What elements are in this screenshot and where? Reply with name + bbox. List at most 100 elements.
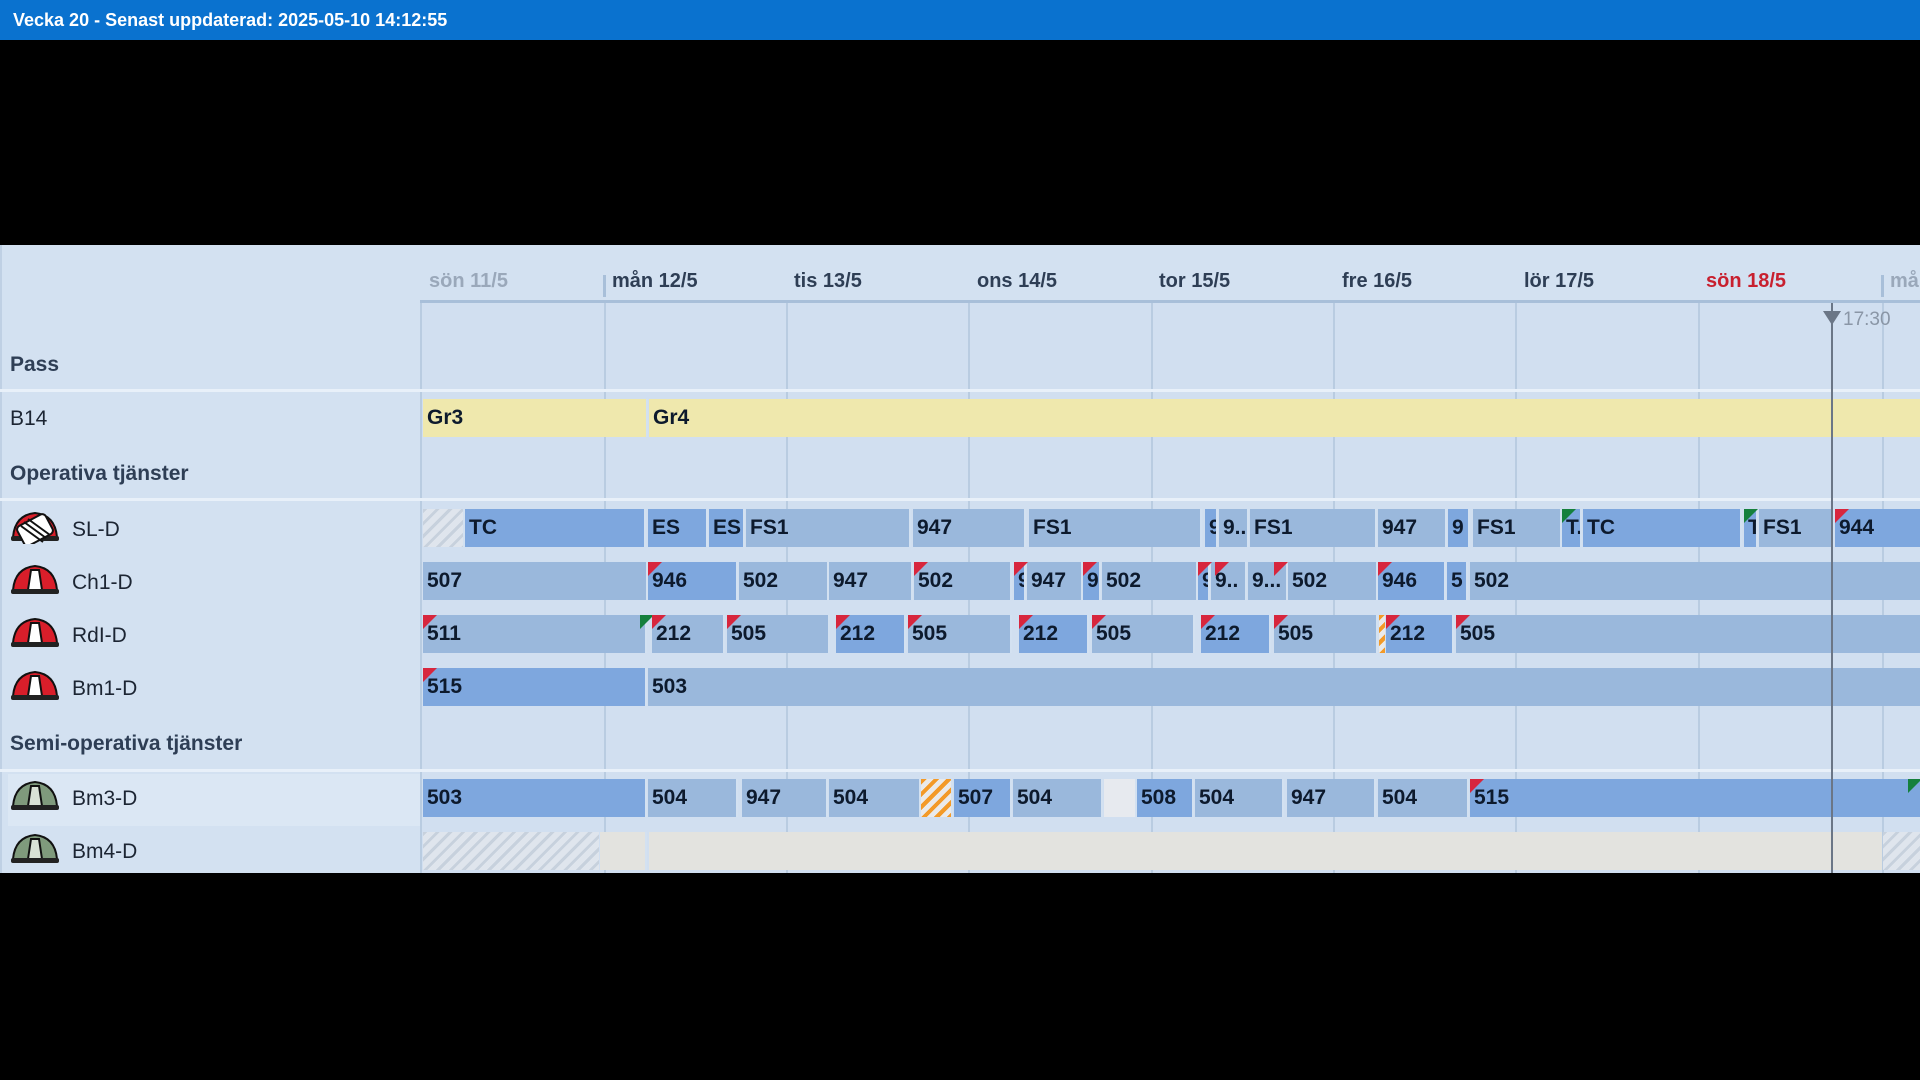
red-flag-marker (423, 615, 437, 629)
duty-chip[interactable]: 947 (742, 779, 828, 817)
duty-chip[interactable]: 947 (1378, 509, 1447, 547)
row-separator (0, 389, 1920, 392)
duty-chip[interactable]: 507 (954, 779, 1012, 817)
duty-chip[interactable]: 505 (1274, 615, 1378, 653)
red-flag-marker (1201, 615, 1215, 629)
duty-chip[interactable]: 504 (1195, 779, 1284, 817)
duty-chip[interactable]: 5 (1447, 562, 1468, 600)
duty-chip[interactable]: ES (648, 509, 708, 547)
red-flag-marker (1014, 562, 1028, 576)
duty-chip[interactable]: ES (709, 509, 745, 547)
red-flag-marker (727, 615, 741, 629)
duty-chip[interactable]: TC (1583, 509, 1742, 547)
duty-chip[interactable]: 504 (1378, 779, 1469, 817)
duty-chip[interactable]: 515 (423, 668, 647, 706)
duty-chip[interactable]: 947 (1027, 562, 1083, 600)
duty-chip[interactable]: 502 (739, 562, 829, 600)
green-flag-marker (1562, 509, 1576, 523)
duty-chip[interactable]: 503 (423, 779, 647, 817)
duty-chip[interactable]: 505 (727, 615, 830, 653)
day-header-sat-17[interactable]: lör 17/5 (1524, 270, 1594, 293)
row-label-bm3-d[interactable]: Bm3-D (72, 787, 137, 811)
duty-chip[interactable]: 504 (648, 779, 738, 817)
duty-chip[interactable]: 947 (829, 562, 913, 600)
panel-edge (0, 245, 2, 873)
duty-chip[interactable]: FS1 (1759, 509, 1834, 547)
duty-chip[interactable]: 9 (1205, 509, 1218, 547)
hatched-slot[interactable] (1883, 832, 1920, 870)
red-flag-marker (652, 615, 666, 629)
fire-helmet-ladder-icon (11, 511, 59, 544)
green-flag-marker (1744, 509, 1758, 523)
duty-chip[interactable]: 502 (1102, 562, 1198, 600)
duty-chip[interactable]: 504 (1013, 779, 1103, 817)
duty-chip[interactable]: 502 (1470, 562, 1920, 600)
duty-chip[interactable]: FS1 (746, 509, 911, 547)
day-header-wed-14[interactable]: ons 14/5 (977, 270, 1057, 293)
duty-chip[interactable]: 504 (829, 779, 921, 817)
day-header-mon-19[interactable]: må (1890, 270, 1919, 293)
red-flag-marker (1083, 562, 1097, 576)
duty-chip[interactable]: 503 (648, 668, 1920, 706)
duty-chip[interactable]: 947 (1287, 779, 1376, 817)
hatched-slot[interactable] (423, 832, 599, 870)
duty-chip[interactable]: FS1 (1250, 509, 1377, 547)
duty-chip[interactable]: 508 (1137, 779, 1194, 817)
green-flag-marker (1908, 779, 1920, 793)
red-flag-marker (914, 562, 928, 576)
red-fire-helmet-icon (11, 564, 59, 594)
duty-chip[interactable]: 502 (1288, 562, 1378, 600)
day-header-mon-12[interactable]: mån 12/5 (612, 270, 698, 293)
pass-chip[interactable]: Gr4 (649, 399, 1920, 437)
red-flag-marker (1019, 615, 1033, 629)
duty-chip[interactable]: 505 (1092, 615, 1195, 653)
row-label-bm4-d[interactable]: Bm4-D (72, 840, 137, 864)
red-fire-helmet-icon (11, 670, 59, 700)
duty-chip[interactable]: 502 (914, 562, 1012, 600)
red-flag-marker (1215, 562, 1229, 576)
duty-chip[interactable]: 511 (423, 615, 647, 653)
window-title: Vecka 20 - Senast uppdaterad: 2025-05-10… (13, 10, 448, 30)
section-operative-services: Operativa tjänster (10, 462, 189, 485)
red-flag-marker (1274, 615, 1288, 629)
red-fire-helmet-icon (11, 617, 59, 647)
red-flag-marker (1456, 615, 1470, 629)
current-time-label: 17:30 (1843, 309, 1891, 330)
pass-chip[interactable]: Gr3 (423, 399, 648, 437)
week-separator (1881, 275, 1884, 297)
duty-chip[interactable]: FS1 (1473, 509, 1562, 547)
red-flag-marker (648, 562, 662, 576)
red-flag-marker (423, 668, 437, 682)
red-flag-marker (908, 615, 922, 629)
red-flag-marker (1198, 562, 1212, 576)
hatched-gap[interactable] (921, 779, 953, 817)
empty-slot[interactable] (600, 832, 647, 870)
duty-chip[interactable]: 505 (1456, 615, 1920, 653)
row-label-bm1-d[interactable]: Bm1-D (72, 677, 137, 701)
row-label-ch1-d[interactable]: Ch1-D (72, 571, 133, 595)
hatched-gap[interactable] (1379, 615, 1385, 653)
day-header-sun-11[interactable]: sön 11/5 (429, 270, 508, 293)
empty-slot[interactable] (649, 832, 1882, 870)
row-label-sl-d[interactable]: SL-D (72, 518, 120, 542)
duty-chip[interactable]: 9 (1448, 509, 1470, 547)
duty-chip[interactable]: 9.. (1219, 509, 1249, 547)
empty-slot[interactable] (1104, 779, 1137, 817)
red-flag-marker (1378, 562, 1392, 576)
duty-chip[interactable]: 515 (1470, 779, 1920, 817)
duty-chip[interactable]: 505 (908, 615, 1012, 653)
gray-fire-helmet-icon (11, 780, 59, 810)
duty-chip[interactable]: TC (465, 509, 646, 547)
duty-chip[interactable]: 507 (423, 562, 648, 600)
day-header-thu-15[interactable]: tor 15/5 (1159, 270, 1230, 293)
duty-chip[interactable]: 947 (913, 509, 1026, 547)
title-bar: Vecka 20 - Senast uppdaterad: 2025-05-10… (0, 0, 1920, 40)
day-header-tue-13[interactable]: tis 13/5 (794, 270, 862, 293)
duty-chip[interactable]: FS1 (1029, 509, 1202, 547)
row-label-rdl-d[interactable]: RdI-D (72, 624, 127, 648)
day-header-fri-16[interactable]: fre 16/5 (1342, 270, 1412, 293)
duty-chip[interactable] (423, 509, 465, 547)
red-flag-marker (836, 615, 850, 629)
row-label-b14[interactable]: B14 (10, 407, 47, 431)
day-header-sun-18[interactable]: sön 18/5 (1706, 270, 1786, 293)
